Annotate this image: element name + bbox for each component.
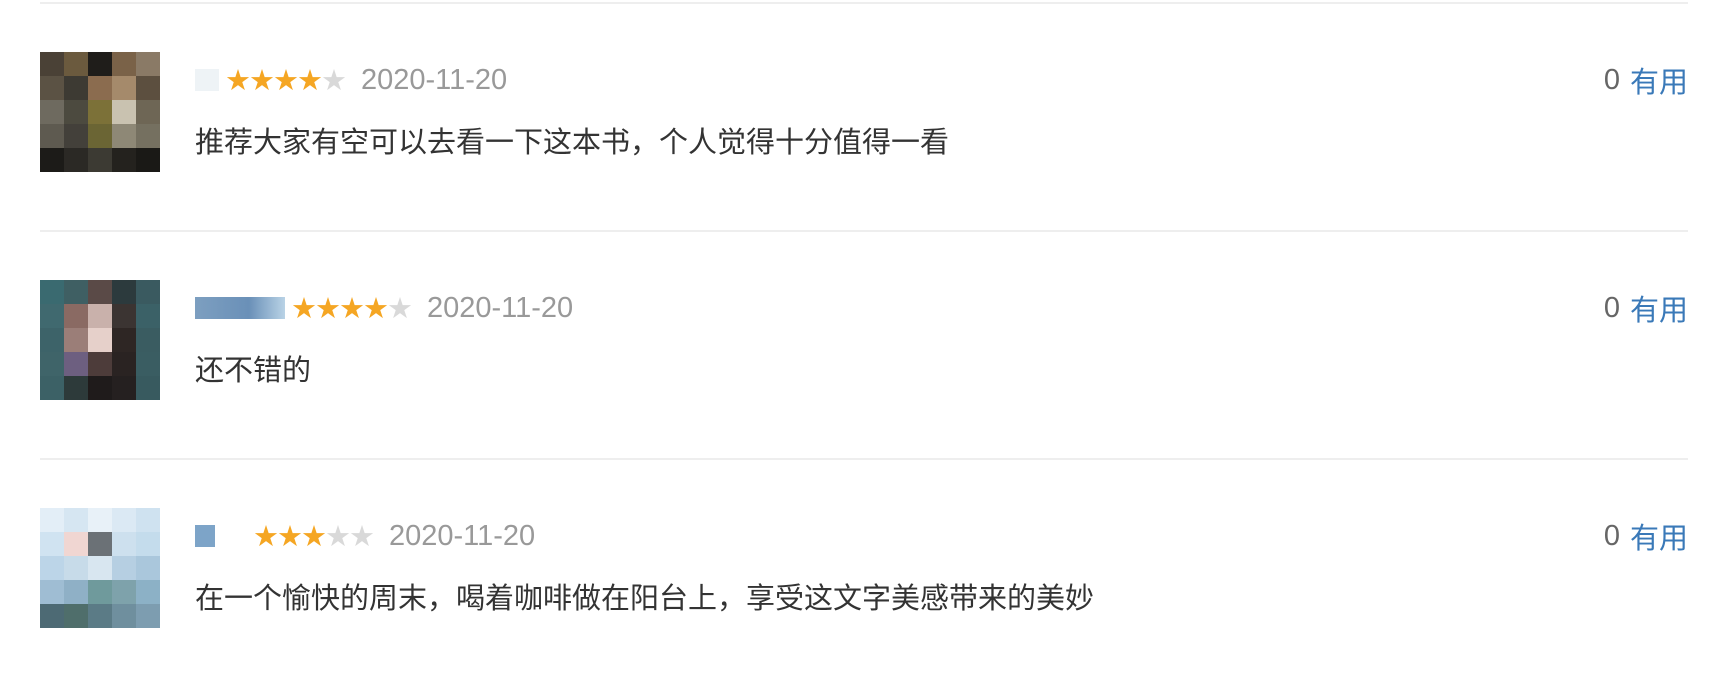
star-icon: ★ xyxy=(291,290,317,325)
star-icon: ★ xyxy=(225,62,251,97)
star-icon: ★ xyxy=(301,518,327,553)
star-icon: ★ xyxy=(297,62,323,97)
useful-button[interactable]: 有用 xyxy=(1630,287,1688,329)
avatar[interactable] xyxy=(40,508,160,628)
review-date: 2020-11-20 xyxy=(389,519,536,552)
useful-button[interactable]: 有用 xyxy=(1630,59,1688,101)
review-meta: ★ ★ ★ ★ ★ 2020-11-20 xyxy=(195,288,573,328)
star-icon: ★ xyxy=(349,518,375,553)
review-item: ★ ★ ★ ★ ★ 2020-11-20 还不错的 0 有用 xyxy=(40,280,1688,420)
useful-button[interactable]: 有用 xyxy=(1630,515,1688,557)
useful-count: 0 xyxy=(1603,63,1620,96)
star-icon: ★ xyxy=(325,518,351,553)
star-rating: ★ ★ ★ ★ ★ xyxy=(225,62,347,97)
star-rating: ★ ★ ★ ★ ★ xyxy=(291,290,413,325)
username[interactable] xyxy=(195,297,285,319)
star-icon: ★ xyxy=(339,290,365,325)
star-icon: ★ xyxy=(277,518,303,553)
star-icon: ★ xyxy=(249,62,275,97)
divider xyxy=(40,2,1688,4)
star-icon: ★ xyxy=(363,290,389,325)
star-icon: ★ xyxy=(315,290,341,325)
star-icon: ★ xyxy=(253,518,279,553)
useful-vote: 0 有用 xyxy=(1604,288,1688,328)
useful-count: 0 xyxy=(1603,291,1620,324)
review-comment: 在一个愉快的周末，喝着咖啡做在阳台上，享受这文字美感带来的美妙 xyxy=(195,581,1095,615)
review-meta: ★ ★ ★ ★ ★ 2020-11-20 xyxy=(195,516,535,556)
divider xyxy=(40,230,1688,232)
useful-vote: 0 有用 xyxy=(1604,516,1688,556)
review-comment: 推荐大家有空可以去看一下这本书，个人觉得十分值得一看 xyxy=(195,125,950,159)
useful-count: 0 xyxy=(1603,519,1620,552)
star-rating: ★ ★ ★ ★ ★ xyxy=(253,518,375,553)
divider xyxy=(40,458,1688,460)
star-icon: ★ xyxy=(273,62,299,97)
avatar[interactable] xyxy=(40,280,160,400)
review-list: ★ ★ ★ ★ ★ 2020-11-20 推荐大家有空可以去看一下这本书，个人觉得十分值… xyxy=(0,0,1728,674)
review-date: 2020-11-20 xyxy=(361,63,508,96)
review-item: ★ ★ ★ ★ ★ 2020-11-20 在一个愉快的周末，喝着咖啡做在阳台上，享受这文… xyxy=(40,508,1688,648)
username[interactable] xyxy=(195,525,215,547)
review-item: ★ ★ ★ ★ ★ 2020-11-20 推荐大家有空可以去看一下这本书，个人觉得十分值… xyxy=(40,52,1688,192)
useful-vote: 0 有用 xyxy=(1604,60,1688,100)
review-meta: ★ ★ ★ ★ ★ 2020-11-20 xyxy=(195,60,507,100)
username[interactable] xyxy=(195,69,219,91)
review-comment: 还不错的 xyxy=(195,353,312,387)
avatar[interactable] xyxy=(40,52,160,172)
star-icon: ★ xyxy=(387,290,413,325)
review-date: 2020-11-20 xyxy=(427,291,574,324)
star-icon: ★ xyxy=(321,62,347,97)
